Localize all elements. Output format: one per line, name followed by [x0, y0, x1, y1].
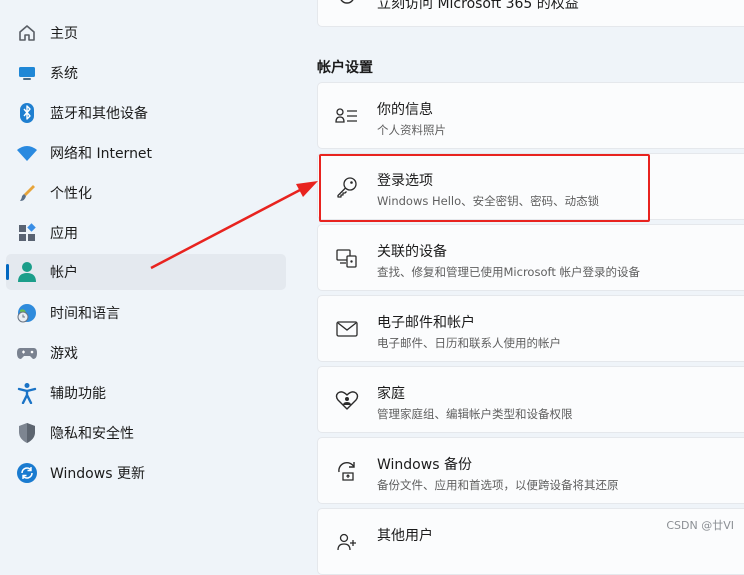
annotation-arrow — [150, 181, 318, 270]
watermark: CSDN @廿VI — [666, 519, 734, 532]
